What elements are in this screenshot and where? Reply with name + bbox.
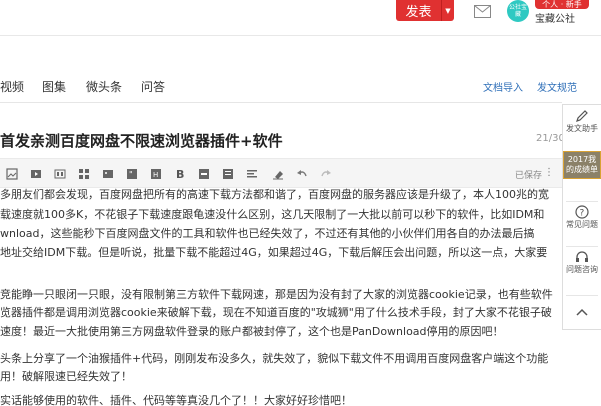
body-line: 速度！最近一大批使用第三方网盘软件登录的账户都被封停了，这个也是PanDownl…: [0, 325, 504, 338]
insert-icon[interactable]: [198, 168, 210, 180]
divider: [0, 102, 562, 103]
divider: [566, 201, 598, 202]
sidebar-item-label: 常见问题: [566, 220, 598, 229]
audio-icon[interactable]: [54, 168, 66, 180]
divider: [566, 295, 598, 296]
heading-icon[interactable]: H: [150, 168, 162, 180]
body-line: 竞能睁一只眼闭一只眼，没有限制第三方软件下载网速，那是因为没有封了大家的浏览器c…: [0, 288, 553, 301]
consult-button[interactable]: 问题咨询: [563, 250, 601, 275]
body-line: wnload，这些能秒下百度网盘文件的工具和软件也已经失效了，不过还有其他的小伙…: [0, 227, 535, 240]
publishing-rules-link[interactable]: 发文规范: [537, 79, 577, 94]
clear-format-icon[interactable]: [272, 168, 284, 180]
body-line: 实话能够使用的软件、插件、代码等等真没几个了！！大家好好珍惜吧！: [0, 394, 352, 406]
tab-qa[interactable]: 问答: [141, 78, 165, 95]
sidebar-item-label: 发文助手: [566, 124, 598, 133]
title-char-counter: 21/30: [536, 133, 565, 144]
body-line: 用！破解限速已经失效了！: [0, 370, 132, 383]
body-line: 览器插件都是调用浏览器cookie来破解下载，现在不知道百度的"攻城狮"用了什么…: [0, 306, 552, 319]
back-to-top-button[interactable]: [563, 305, 601, 320]
import-document-link[interactable]: 文档导入: [483, 79, 523, 94]
align-icon[interactable]: [246, 168, 258, 180]
mail-icon[interactable]: [474, 3, 491, 18]
tab-micro-headline[interactable]: 微头条: [86, 78, 122, 95]
tab-video[interactable]: 视频: [0, 78, 24, 95]
image-icon[interactable]: [6, 168, 18, 180]
divider: [566, 246, 598, 247]
svg-text:H: H: [153, 171, 158, 179]
floating-sidebar: 发文助手 2017我的成绩单 ? 常见问题 问题咨询: [562, 104, 601, 330]
bold-icon[interactable]: B: [174, 168, 186, 180]
quote-icon[interactable]: ": [126, 168, 138, 180]
save-status: 已保存: [515, 171, 543, 181]
writing-assistant-button[interactable]: 发文助手: [563, 109, 601, 134]
redo-icon[interactable]: [320, 168, 332, 180]
more-options-icon[interactable]: ⋮: [544, 167, 554, 178]
article-title[interactable]: 首发亲测百度网盘不限速浏览器插件+软件: [0, 130, 283, 151]
level-badge: 个人 · 新手: [535, 0, 589, 9]
chevron-up-icon: [575, 305, 589, 319]
headset-icon: [575, 250, 589, 264]
svg-text:": ": [129, 170, 133, 179]
question-icon: ?: [575, 205, 589, 219]
faq-button[interactable]: ? 常见问题: [563, 205, 601, 230]
top-bar: 发表 ▼ 公社宝藏 个人 · 新手 宝藏公社: [0, 0, 601, 36]
body-line: 多朋友们都会发现，百度网盘把所有的高速下载方法都和谐了，百度网盘的服务器应该是升…: [0, 188, 549, 201]
username[interactable]: 宝藏公社: [535, 10, 575, 25]
body-line: 地址交给IDM下载。但是听说，批量下载不能超过4G，如果超过4G，下载后解压会出…: [0, 246, 548, 259]
video-icon[interactable]: [30, 168, 42, 180]
list-icon[interactable]: [222, 168, 234, 180]
report-card-promo[interactable]: 2017我的成绩单: [563, 151, 601, 179]
body-line: 载速度就100多K，不花银子下载速度跟龟速没什么区别，这几天限制了一大批以前可以…: [0, 208, 545, 221]
pen-icon: [575, 109, 589, 123]
sidebar-item-label: 问题咨询: [566, 265, 598, 274]
undo-icon[interactable]: [296, 168, 308, 180]
svg-text:?: ?: [580, 209, 585, 219]
photo-icon[interactable]: [102, 168, 114, 180]
editor-toolbar: " H B 已保存 ⋮: [0, 158, 562, 188]
tab-gallery[interactable]: 图集: [42, 78, 66, 95]
chevron-down-icon[interactable]: ▼: [441, 0, 454, 21]
body-line: 头条上分享了一个油猴插件+代码，刚刚发布没多久，就失效了，貌似下载文件不用调用百…: [0, 352, 549, 365]
svg-text:B: B: [176, 168, 184, 180]
publish-button[interactable]: 发表 ▼: [396, 0, 454, 21]
grid-icon[interactable]: [78, 168, 90, 180]
avatar[interactable]: 公社宝藏: [507, 0, 529, 22]
publish-label: 发表: [405, 5, 432, 20]
